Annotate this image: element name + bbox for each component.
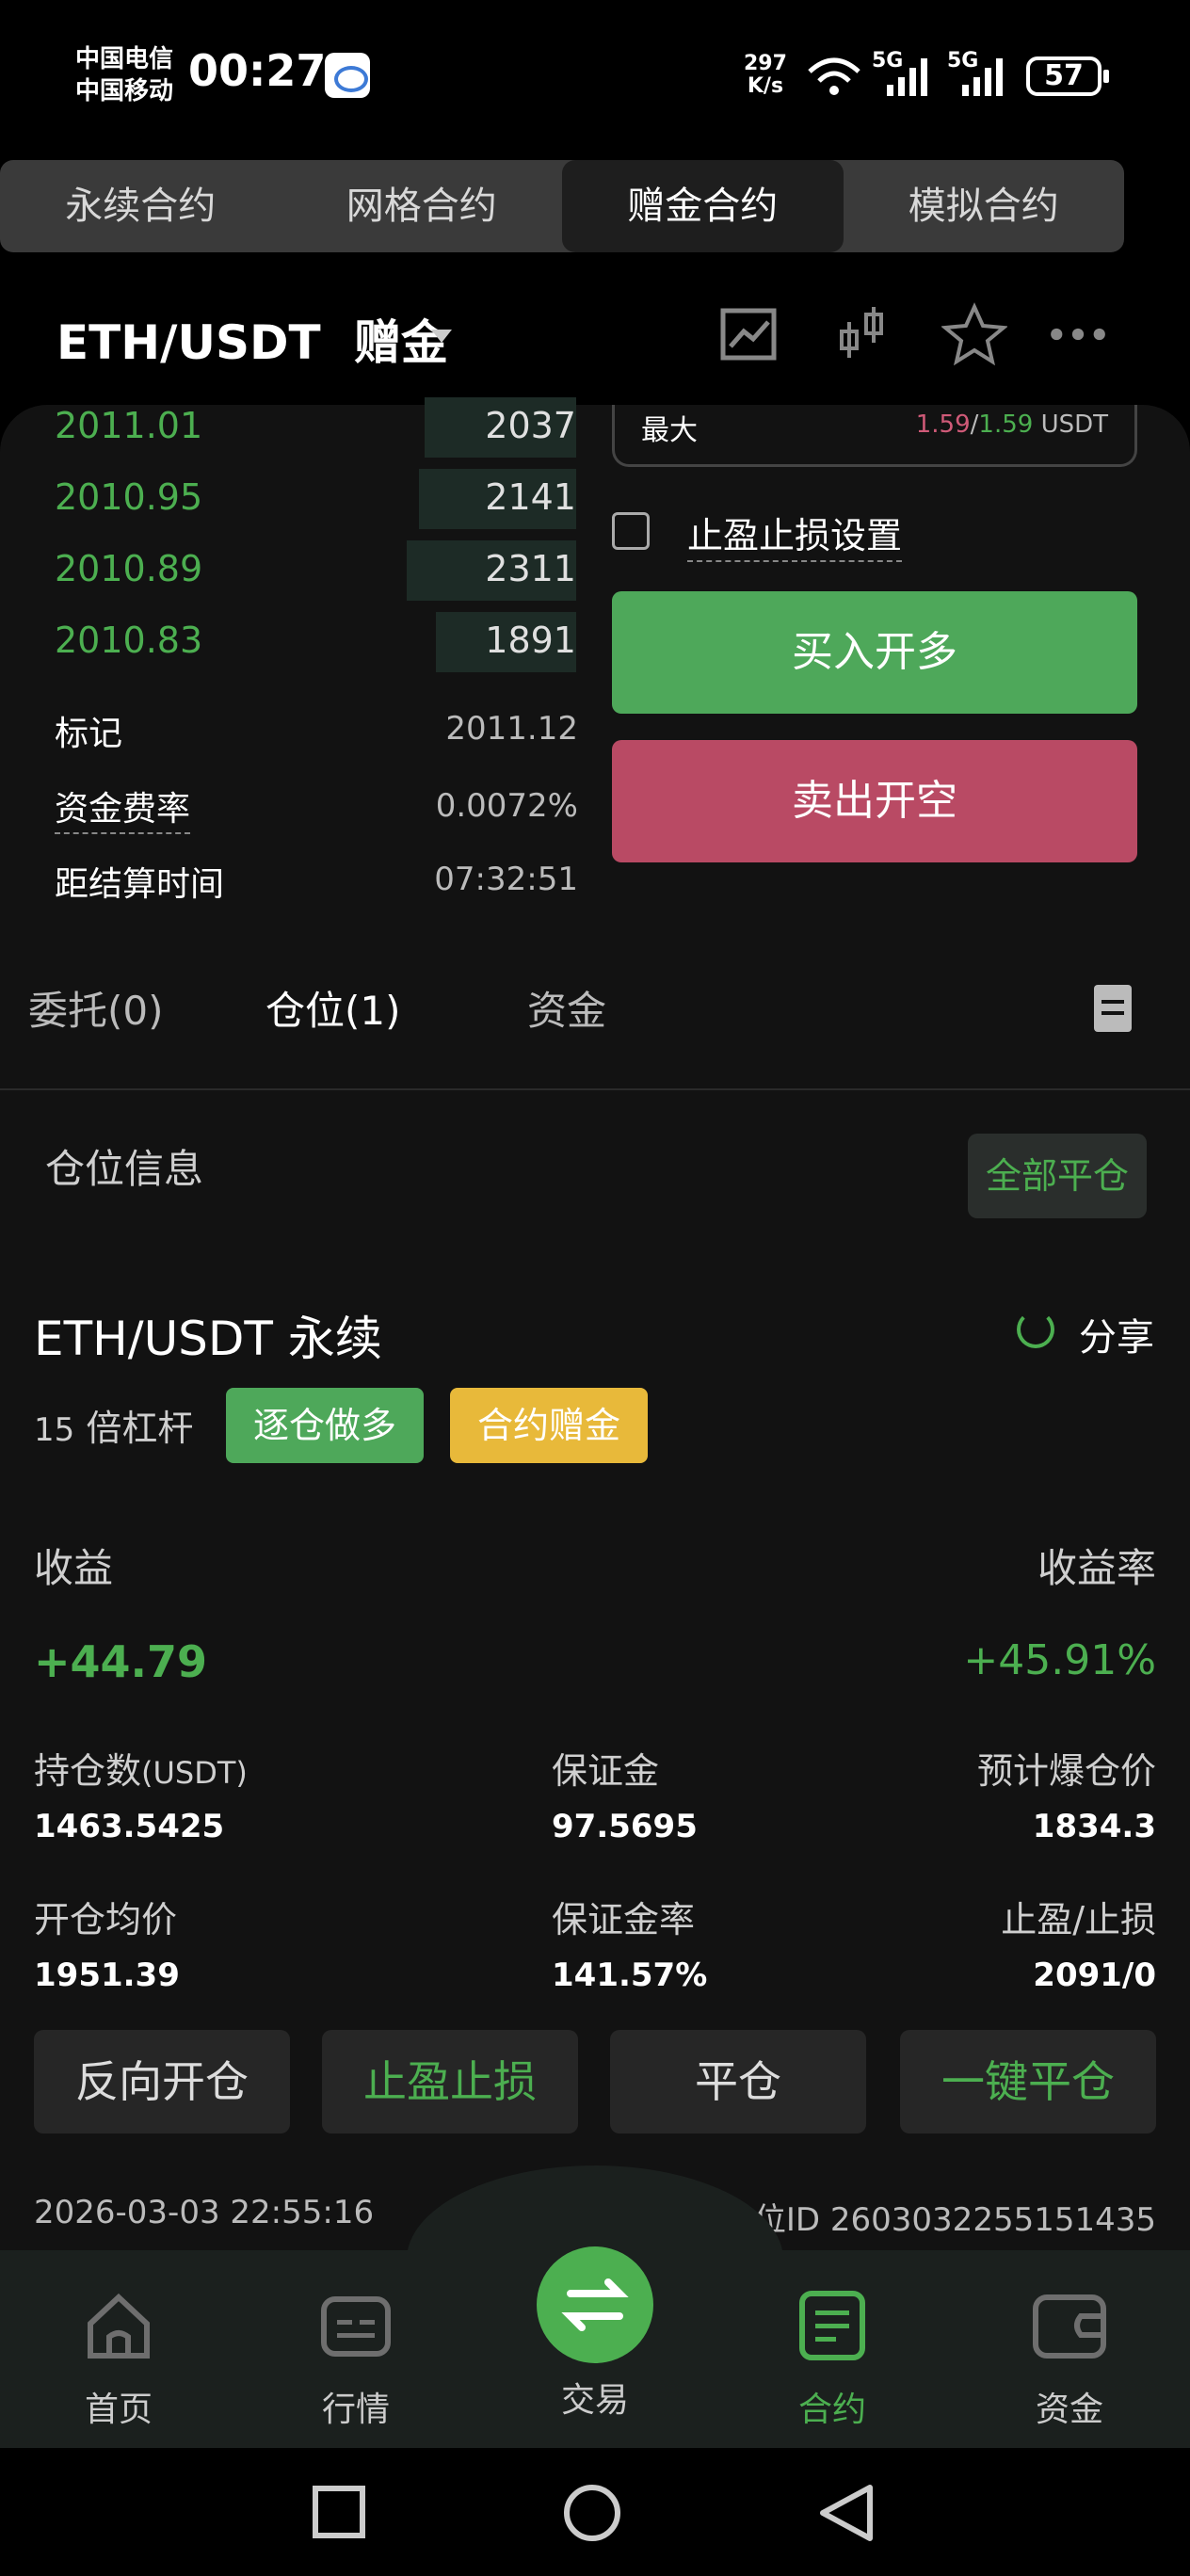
carrier-1: 中国电信: [75, 45, 174, 73]
max-amount-field[interactable]: 最大 1.59/1.59 USDT: [612, 405, 1137, 467]
trade-fab-button[interactable]: [537, 2246, 653, 2363]
positions-section-title: 仓位信息: [45, 1146, 204, 1192]
pair-selector[interactable]: ETH/USDT 赠金: [56, 305, 448, 373]
pair-name: ETH/USDT: [56, 315, 321, 370]
signal-2-icon: [962, 58, 1003, 96]
settlement-time-label: 距结算时间: [55, 865, 225, 904]
settlement-time-value: 07:32:51: [434, 861, 578, 898]
share-button[interactable]: 分享: [1079, 1307, 1154, 1361]
battery-indicator: 57: [1026, 56, 1109, 96]
caret-down-icon[interactable]: [431, 330, 452, 343]
position-id: 仓位ID 2603032255151435: [721, 2201, 1156, 2239]
max-label: 最大: [641, 414, 698, 447]
position-size-label: 持仓数(USDT): [34, 1750, 248, 1792]
liq-price-value: 1834.3: [1032, 1808, 1156, 1845]
nav-funds[interactable]: 资金: [994, 2288, 1145, 2431]
liq-price-label: 预计爆仓价: [976, 1750, 1156, 1792]
order-book-row[interactable]: 2011.01 2037: [0, 392, 584, 463]
pnl-value: +44.79: [34, 1636, 208, 1687]
margin-ratio-value: 141.57%: [552, 1956, 708, 1994]
tab-bonus[interactable]: 赠金合约: [562, 160, 844, 252]
pair-mode: 赠金: [354, 315, 449, 370]
status-bar: 中国电信 中国移动 00:27 297 K/s 5G 5G 57: [0, 0, 1190, 151]
nav-trade[interactable]: 交易: [520, 2373, 670, 2422]
nav-contract[interactable]: 合约: [757, 2288, 908, 2431]
bid-price: 2011.01: [55, 405, 203, 446]
bid-qty: 1891: [485, 620, 576, 661]
share-icon[interactable]: [1017, 1311, 1054, 1348]
max-value: 1.59/1.59 USDT: [915, 411, 1108, 439]
margin-label: 保证金: [552, 1750, 660, 1792]
contract-icon: [799, 2291, 865, 2360]
position-open-time: 2026-03-03 22:55:16: [34, 2194, 375, 2231]
tab-positions[interactable]: 仓位(1): [265, 979, 401, 1037]
chart-icon[interactable]: [716, 301, 781, 367]
entry-price-label: 开仓均价: [34, 1899, 178, 1940]
nav-home[interactable]: 首页: [43, 2288, 194, 2431]
position-symbol: ETH/USDT 永续: [34, 1312, 382, 1366]
tab-perpetual[interactable]: 永续合约: [0, 160, 281, 252]
funding-rate-label[interactable]: 资金费率: [55, 781, 191, 834]
bid-price: 2010.83: [55, 620, 203, 661]
funding-rate-value: 0.0072%: [435, 787, 578, 825]
home-button-icon[interactable]: [561, 2482, 623, 2544]
bid-price: 2010.95: [55, 476, 203, 518]
swap-icon: [561, 2278, 629, 2331]
system-nav-bar: [0, 2448, 1190, 2576]
divider: [0, 1088, 1190, 1090]
pair-header: ETH/USDT 赠金: [0, 282, 1190, 405]
tab-funds[interactable]: 资金: [527, 979, 606, 1037]
mark-price-value: 2011.12: [445, 710, 578, 748]
reverse-open-button[interactable]: 反向开仓: [34, 2030, 290, 2133]
close-all-positions-button[interactable]: 全部平仓: [968, 1134, 1147, 1218]
signal-1-icon: [887, 58, 927, 96]
back-icon[interactable]: [815, 2482, 877, 2544]
bid-qty: 2311: [485, 548, 576, 589]
order-book-row[interactable]: 2010.89 2311: [0, 535, 584, 606]
margin-value: 97.5695: [552, 1808, 698, 1845]
bid-price: 2010.89: [55, 548, 203, 589]
bid-qty: 2141: [485, 476, 576, 518]
candlestick-icon[interactable]: [828, 301, 894, 367]
tpsl-value: 2091/0: [1033, 1956, 1156, 1994]
pnl-label: 收益: [34, 1545, 114, 1591]
order-book-row[interactable]: 2010.95 2141: [0, 463, 584, 535]
tpsl-value-label: 止盈/止损: [1001, 1899, 1156, 1940]
tab-demo[interactable]: 模拟合约: [844, 160, 1125, 252]
entry-price-value: 1951.39: [34, 1956, 180, 1994]
tpsl-checkbox[interactable]: [612, 512, 650, 550]
one-click-close-button[interactable]: 一键平仓: [900, 2030, 1156, 2133]
tpsl-button[interactable]: 止盈止损: [322, 2030, 578, 2133]
nav-market[interactable]: 行情: [281, 2288, 431, 2431]
roe-value: +45.91%: [963, 1636, 1156, 1684]
mark-price-label: 标记: [55, 715, 123, 753]
order-book-row[interactable]: 2010.83 1891: [0, 606, 584, 678]
more-icon[interactable]: [1045, 301, 1111, 367]
notification-app-icon: [325, 53, 370, 98]
margin-ratio-label: 保证金率: [552, 1899, 696, 1940]
tab-grid[interactable]: 网格合约: [281, 160, 563, 252]
status-time: 00:27: [188, 45, 327, 96]
tpsl-settings-label[interactable]: 止盈止损设置: [687, 507, 903, 562]
carrier-2: 中国移动: [75, 77, 174, 105]
wallet-icon: [1033, 2294, 1106, 2359]
close-position-button[interactable]: 平仓: [610, 2030, 866, 2133]
bid-qty: 2037: [485, 405, 576, 446]
wifi-icon: [808, 57, 860, 95]
document-icon[interactable]: [1092, 983, 1134, 1034]
tab-orders[interactable]: 委托(0): [28, 979, 164, 1037]
position-type-badge: 合约赠金: [450, 1388, 648, 1463]
position-size-value: 1463.5425: [34, 1808, 225, 1845]
position-side-badge: 逐仓做多: [226, 1388, 424, 1463]
buy-long-button[interactable]: 买入开多: [612, 591, 1137, 714]
roe-label: 收益率: [1037, 1545, 1156, 1591]
star-icon[interactable]: [941, 301, 1007, 367]
sell-short-button[interactable]: 卖出开空: [612, 740, 1137, 862]
market-icon: [321, 2296, 391, 2357]
net-speed: 297 K/s: [744, 52, 787, 98]
home-icon: [88, 2293, 150, 2359]
contract-type-tabs: 永续合约 网格合约 赠金合约 模拟合约: [0, 160, 1124, 252]
recent-apps-icon[interactable]: [311, 2484, 367, 2540]
leverage-info: 15 倍杠杆: [34, 1408, 194, 1449]
